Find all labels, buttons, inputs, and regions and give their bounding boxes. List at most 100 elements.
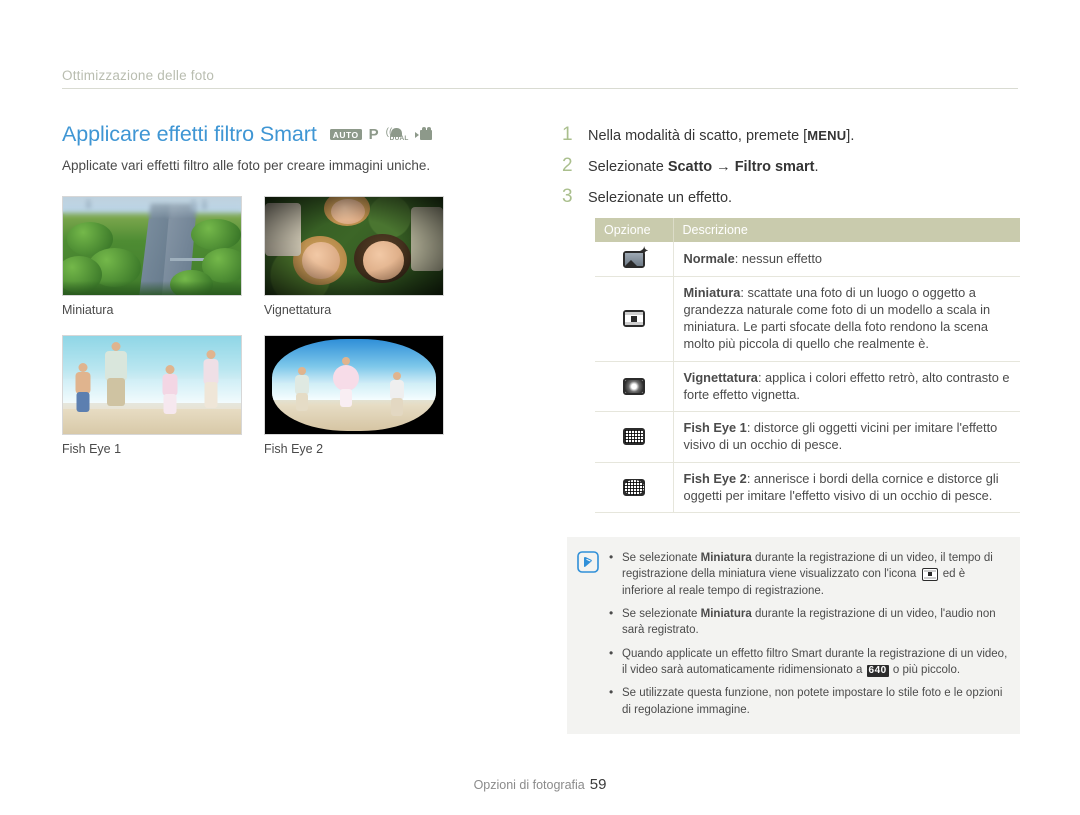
step-3: 3 Selezionate un effetto. bbox=[562, 187, 1020, 207]
page-footer: Opzioni di fotografia 59 bbox=[0, 776, 1080, 793]
step-text: Selezionate un effetto. bbox=[588, 190, 733, 207]
dual-is-mode-icon: (( DUAL bbox=[386, 126, 409, 143]
step-2: 2 Selezionate Scatto → Filtro smart. bbox=[562, 156, 1020, 176]
note-item: Quando applicate un effetto filtro Smart… bbox=[609, 645, 1008, 679]
menu-path-item-1: Scatto bbox=[667, 159, 713, 176]
menu-key-label: MENU bbox=[807, 128, 847, 143]
sample-caption: Miniatura bbox=[62, 303, 114, 317]
note-text-1: Se selezionate bbox=[622, 552, 701, 565]
sample-cell-vignetting: Vignettatura bbox=[264, 196, 444, 329]
step-text-pre: Selezionate bbox=[588, 159, 668, 176]
fish-eye-2-sample-image bbox=[264, 335, 444, 435]
person-body bbox=[332, 365, 359, 392]
table-head: Opzione Descrizione bbox=[595, 218, 1020, 243]
column-header-option: Opzione bbox=[595, 218, 674, 243]
table-row: Miniatura: scattate una foto di un luogo… bbox=[595, 276, 1020, 362]
menu-path-item-2: Filtro smart bbox=[734, 159, 815, 176]
right-column: 1 Nella modalità di scatto, premete [MEN… bbox=[562, 125, 1020, 735]
step-text-pre: Nella modalità di scatto, premete [ bbox=[588, 128, 808, 144]
normal-filter-icon: ✦ bbox=[622, 246, 648, 268]
note-text-1: Se selezionate bbox=[622, 608, 701, 621]
fish-eye-2-filter-icon bbox=[622, 478, 645, 496]
person-legs bbox=[107, 377, 126, 406]
option-description-cell: Vignettatura: applica i colori effetto r… bbox=[673, 361, 1020, 413]
running-head: Ottimizzazione delle foto bbox=[62, 68, 1018, 89]
person-head bbox=[78, 363, 88, 373]
footer-section-label: Opzioni di fotografia bbox=[473, 778, 585, 792]
miniature-filter-icon bbox=[622, 310, 645, 328]
note-pen-icon bbox=[577, 550, 599, 718]
person-head bbox=[341, 357, 350, 366]
option-term: Normale bbox=[683, 250, 735, 266]
sample-caption: Vignettatura bbox=[264, 303, 332, 317]
icon-focus-dot bbox=[630, 315, 637, 322]
person-body bbox=[162, 374, 178, 397]
table-row: Fish Eye 2: annerisce i bordi della corn… bbox=[595, 462, 1020, 514]
table-row: Vignettatura: applica i colori effetto r… bbox=[595, 361, 1020, 413]
sample-cell-fish-eye-1: Fish Eye 1 bbox=[62, 335, 242, 468]
movie-mode-icon bbox=[414, 126, 434, 142]
program-mode-icon: P bbox=[368, 126, 379, 143]
sand-band bbox=[63, 408, 241, 434]
step-text-post: ]. bbox=[846, 128, 855, 144]
person-head bbox=[206, 349, 216, 359]
table-row: Fish Eye 1: distorce gli oggetti vicini … bbox=[595, 411, 1020, 463]
tilt-shift-blur-top bbox=[63, 197, 241, 219]
person-legs bbox=[76, 392, 90, 413]
option-icon-cell bbox=[595, 462, 674, 514]
vignette-overlay bbox=[265, 197, 443, 295]
option-desc: : nessun effetto bbox=[734, 250, 822, 266]
step-number: 3 bbox=[562, 186, 573, 208]
page-title: Applicare effetti filtro Smart bbox=[62, 122, 317, 146]
step-text: Selezionate Scatto → Filtro smart. bbox=[588, 158, 819, 176]
option-term: Fish Eye 1 bbox=[683, 420, 747, 436]
person-legs bbox=[163, 394, 177, 415]
icon-sparkle: ✦ bbox=[640, 245, 649, 257]
table-body: ✦ Normale: nessun effetto Miniatura: sca… bbox=[595, 242, 1020, 514]
miniature-sample-image bbox=[62, 196, 242, 296]
resolution-badge: 640 bbox=[866, 665, 889, 678]
note-bold-term: Miniatura bbox=[700, 608, 752, 621]
option-description-cell: Fish Eye 1: distorce gli oggetti vicini … bbox=[673, 411, 1020, 463]
person-legs bbox=[390, 398, 403, 417]
person-head bbox=[297, 366, 306, 375]
menu-path-arrow: → bbox=[712, 159, 735, 176]
note-text-1: Se utilizzate questa funzione, non potet… bbox=[622, 687, 1003, 716]
table-row: ✦ Normale: nessun effetto bbox=[595, 242, 1020, 277]
fish-eye-lens-area bbox=[272, 338, 436, 432]
note-item: Se utilizzate questa funzione, non potet… bbox=[609, 684, 1008, 718]
person-head bbox=[165, 365, 175, 375]
page-subtitle: Applicate vari effetti filtro alle foto … bbox=[62, 158, 431, 173]
running-head-divider bbox=[62, 88, 1018, 89]
icon-blur-band-bottom bbox=[923, 576, 936, 579]
note-text-3: o più piccolo. bbox=[889, 664, 961, 677]
left-column: Applicare effetti filtro Smart AUTO P ((… bbox=[62, 122, 492, 468]
note-list: Se selezionate Miniatura durante la regi… bbox=[609, 549, 1008, 718]
person-legs bbox=[295, 392, 308, 411]
auto-mode-icon: AUTO bbox=[329, 129, 362, 140]
person-body bbox=[75, 372, 91, 395]
sample-caption: Fish Eye 2 bbox=[264, 442, 324, 456]
vignetting-filter-icon bbox=[622, 377, 645, 395]
fish-eye-1-filter-icon bbox=[622, 428, 645, 446]
tilt-shift-blur-bottom bbox=[63, 281, 241, 295]
option-description-cell: Miniatura: scattate una foto di un luogo… bbox=[673, 276, 1020, 362]
miniature-filter-icon bbox=[921, 568, 938, 581]
tree-cluster bbox=[191, 218, 241, 250]
sample-photo-grid: Miniatura Vignettatura Fish Eye 1 Fish E… bbox=[62, 196, 492, 468]
mode-icon-group: AUTO P (( DUAL bbox=[329, 126, 434, 143]
option-term: Fish Eye 2 bbox=[683, 470, 747, 486]
fish-eye-1-sample-image bbox=[62, 335, 242, 435]
icon-inner bbox=[923, 570, 936, 579]
icon-blur-band-bottom bbox=[624, 322, 643, 326]
person-head bbox=[392, 372, 401, 381]
step-1: 1 Nella modalità di scatto, premete [MEN… bbox=[562, 125, 1020, 145]
person-body bbox=[294, 374, 309, 395]
option-icon-cell bbox=[595, 361, 674, 413]
option-description-cell: Fish Eye 2: annerisce i bordi della corn… bbox=[673, 462, 1020, 514]
option-icon-cell bbox=[595, 276, 674, 362]
sample-cell-miniature: Miniatura bbox=[62, 196, 242, 329]
option-description-cell: Normale: nessun effetto bbox=[673, 242, 1020, 277]
filter-options-table: Opzione Descrizione ✦ Normale: nessun ef… bbox=[595, 218, 1020, 514]
step-number: 2 bbox=[562, 155, 573, 177]
